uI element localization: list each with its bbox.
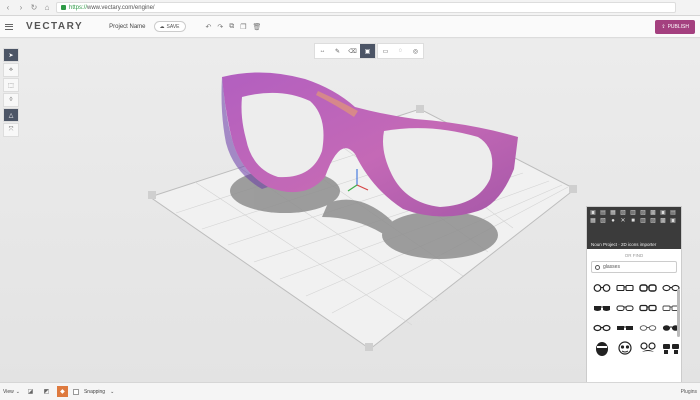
preview-icon-grid: ▣ ▤ ▦ ▧ ▥ ▨ ▩ ▣ ▤ ▦ ▧ ● ✕ ■ ▥ ▨ ▩ ▣ xyxy=(590,210,676,224)
object-tool[interactable]: ⬚ xyxy=(3,78,19,92)
transform-icon: ⤧ xyxy=(8,126,14,133)
icon-importer-panel: ▣ ▤ ▦ ▧ ▥ ▨ ▩ ▣ ▤ ▦ ▧ ● ✕ ■ ▥ ▨ ▩ ▣ Noun Project · 2D ic… xyxy=(586,206,682,396)
search-value: glasses xyxy=(603,264,620,270)
glasses-icon[interactable] xyxy=(615,279,635,297)
target-tool[interactable]: ◎ xyxy=(408,44,423,58)
panel-scrollbar[interactable] xyxy=(677,289,680,337)
glasses-icon[interactable] xyxy=(592,299,612,317)
or-find-divider: OR FIND xyxy=(624,253,644,258)
lock-icon xyxy=(61,5,66,10)
material-tool[interactable]: ◊ xyxy=(3,93,19,107)
home-icon[interactable]: ⌂ xyxy=(43,3,51,12)
publish-button[interactable]: ⇪ PUBLISH xyxy=(655,20,695,34)
drop-icon: ◊ xyxy=(9,97,13,103)
rect-select-icon: ▭ xyxy=(382,48,389,55)
hands-glasses-icon[interactable] xyxy=(661,339,681,357)
top-toolbar: ↔ ✎ ⌫ ▣ ▭ ◌ ◎ xyxy=(314,43,424,59)
redo-icon[interactable]: ↷ xyxy=(217,23,223,31)
lasso-tool[interactable]: ◌ xyxy=(393,44,408,58)
cube-icon: ⬚ xyxy=(8,82,14,89)
reload-icon[interactable]: ↻ xyxy=(30,3,38,12)
forward-icon[interactable]: › xyxy=(17,3,25,12)
save-button[interactable]: ☁ SAVE xyxy=(153,21,186,32)
move-icon: ↔ xyxy=(319,48,326,54)
glasses-icon[interactable] xyxy=(638,299,658,317)
icon-results-grid xyxy=(587,273,681,357)
lasso-icon: ◌ xyxy=(398,48,403,54)
mustache-glasses-icon[interactable] xyxy=(638,339,658,357)
delete-icon[interactable]: 🗑 xyxy=(253,23,262,31)
cursor-icon: ➤ xyxy=(8,52,14,59)
glasses-icon[interactable] xyxy=(638,279,658,297)
url-scheme: https:// xyxy=(69,4,88,11)
move-tool[interactable]: ↔ xyxy=(315,44,330,58)
glasses-icon[interactable] xyxy=(615,299,635,317)
cloud-icon: ☁ xyxy=(159,23,165,30)
glasses-icon[interactable] xyxy=(592,279,612,297)
snapping-label: Snapping xyxy=(83,388,106,395)
vertex-tool[interactable]: ⟡ xyxy=(3,63,19,77)
menu-icon[interactable] xyxy=(0,16,18,38)
pen-icon: ✎ xyxy=(334,48,341,55)
transform-tool[interactable]: ⤧ xyxy=(3,123,19,137)
left-toolbar: ➤ ⟡ ⬚ ◊ △ ⤧ xyxy=(3,48,19,137)
box-select-tool[interactable]: ▣ xyxy=(360,44,375,58)
primitive-tool[interactable]: △ xyxy=(3,108,19,122)
rect-select-tool[interactable]: ▭ xyxy=(378,44,393,58)
panel-preview: ▣ ▤ ▦ ▧ ▥ ▨ ▩ ▣ ▤ ▦ ▧ ● ✕ ■ ▥ ▨ ▩ ▣ Noun Project · 2D ic… xyxy=(587,207,681,249)
glasses-icon[interactable] xyxy=(638,319,658,337)
copy-icon[interactable]: ⧉ xyxy=(229,23,234,31)
vertex-icon: ⟡ xyxy=(9,66,13,73)
chevron-down-icon: ⌄ xyxy=(15,388,20,395)
panel-preview-title: Noun Project · 2D icons importer xyxy=(591,242,657,247)
undo-icon[interactable]: ↶ xyxy=(206,23,212,31)
publish-label: PUBLISH xyxy=(667,24,689,30)
shaded-icon[interactable]: ◩ xyxy=(41,386,52,397)
render-icon[interactable]: ◆ xyxy=(56,386,68,397)
app-header: VECTARY Project Name ☁ SAVE ↶ ↷ ⧉ ❐ 🗑 ⇪ … xyxy=(0,16,700,38)
browser-toolbar: ‹ › ↻ ⌂ https://www.vectary.com/engine/ xyxy=(0,0,700,16)
back-icon[interactable]: ‹ xyxy=(4,3,12,12)
view-label: View xyxy=(3,388,14,395)
view-dropdown[interactable]: View ⌄ xyxy=(3,389,20,395)
search-icon xyxy=(595,264,600,270)
plugins-button[interactable]: Plugins xyxy=(681,389,697,395)
target-icon: ◎ xyxy=(412,48,419,55)
snapping-checkbox[interactable] xyxy=(72,388,79,395)
app-logo: VECTARY xyxy=(26,21,84,32)
box-select-icon: ▣ xyxy=(364,48,371,55)
url-path: www.vectary.com/engine/ xyxy=(87,4,155,11)
duplicate-icon[interactable]: ❐ xyxy=(240,23,246,31)
glasses-icon[interactable] xyxy=(615,319,635,337)
project-name[interactable]: Project Name xyxy=(109,24,145,30)
wireframe-icon[interactable]: ◪ xyxy=(25,386,36,397)
address-bar[interactable]: https://www.vectary.com/engine/ xyxy=(56,2,676,13)
bottom-bar: View ⌄ ◪ ◩ ◆ Snapping ⌄ Plugins xyxy=(0,382,700,400)
face-glasses-icon[interactable] xyxy=(592,339,612,357)
save-label: SAVE xyxy=(166,23,180,30)
glasses-icon[interactable] xyxy=(592,319,612,337)
eraser-tool[interactable]: ⌫ xyxy=(345,44,360,58)
triangle-icon: △ xyxy=(8,112,14,119)
face-glasses-icon[interactable] xyxy=(615,339,635,357)
snapping-dropdown-icon[interactable]: ⌄ xyxy=(110,389,114,395)
publish-icon: ⇪ xyxy=(661,24,666,30)
pen-tool[interactable]: ✎ xyxy=(330,44,345,58)
select-tool[interactable]: ➤ xyxy=(3,48,19,62)
icon-search-input[interactable]: glasses xyxy=(591,261,677,273)
eraser-icon: ⌫ xyxy=(348,48,357,55)
